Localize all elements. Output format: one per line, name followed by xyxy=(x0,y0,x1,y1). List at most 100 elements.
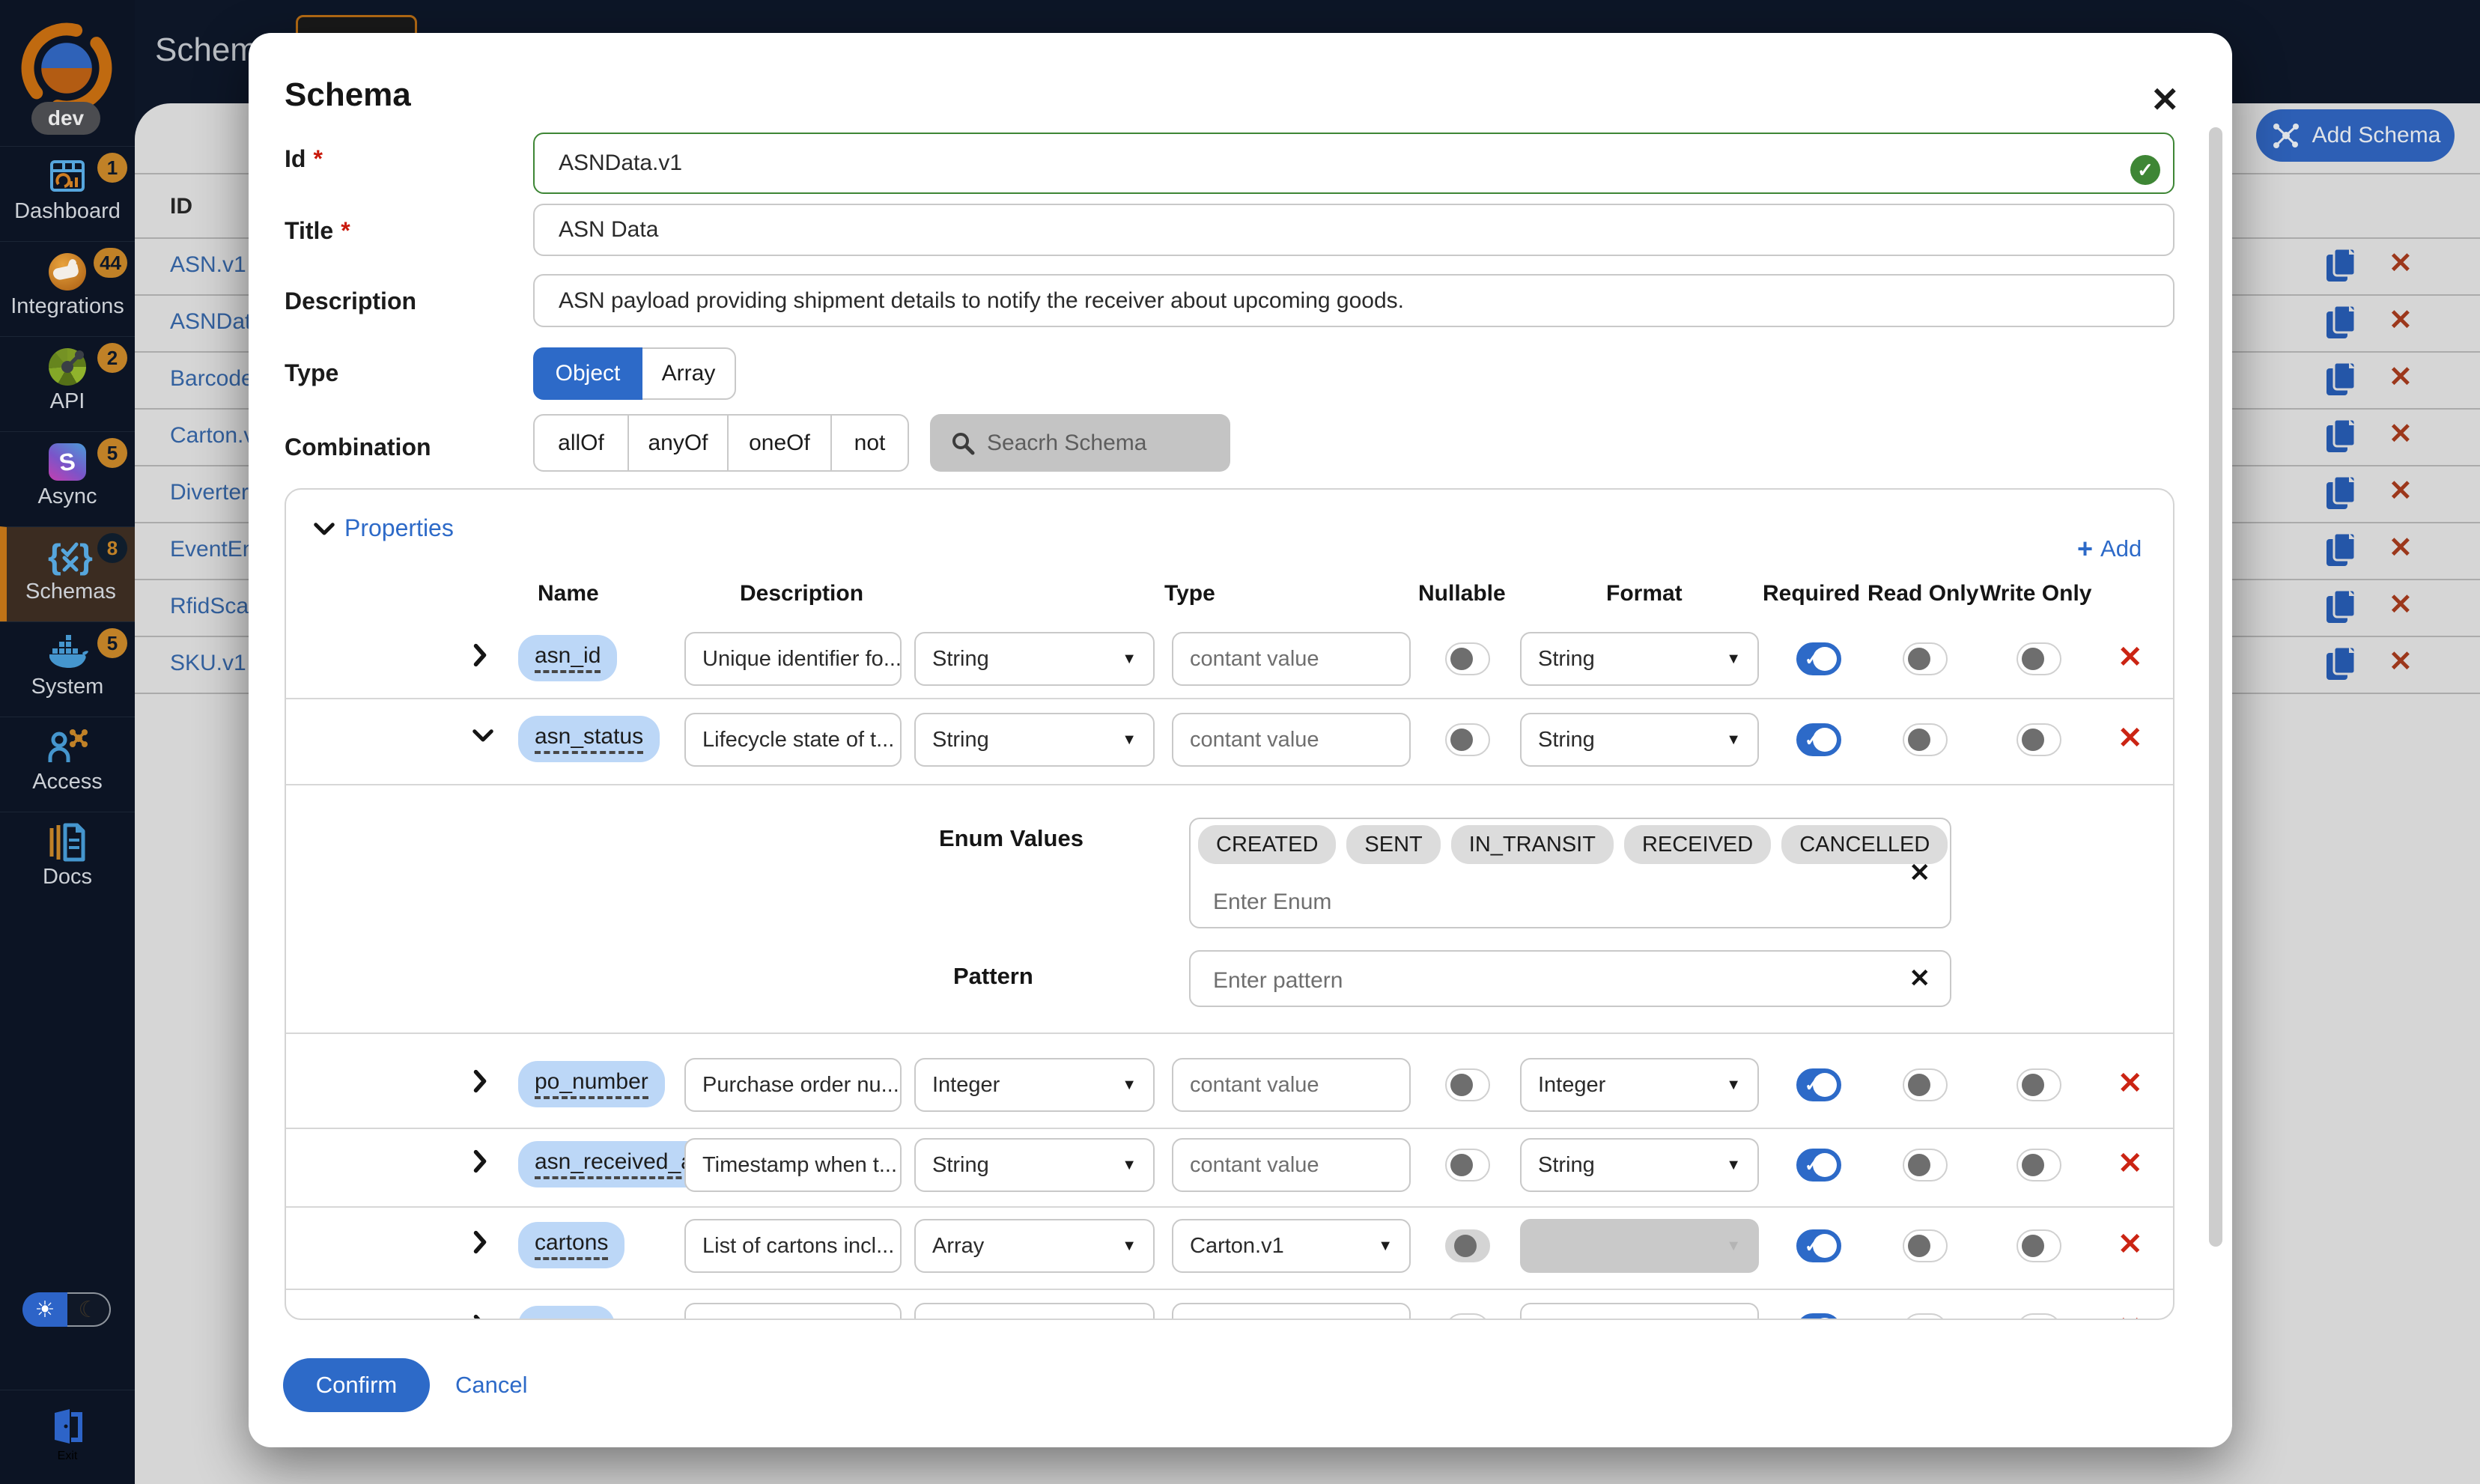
property-type-select[interactable]: Integer▼ xyxy=(914,1058,1155,1112)
readonly-toggle[interactable] xyxy=(1903,1149,1948,1182)
sidebar-item-access[interactable]: Access xyxy=(0,717,135,812)
delete-icon[interactable]: ✕ xyxy=(2389,591,2413,619)
property-description-input[interactable]: Origin of the... xyxy=(684,1303,902,1320)
copy-icon[interactable] xyxy=(2325,475,2359,517)
sidebar-item-docs[interactable]: Docs xyxy=(0,812,135,907)
sidebar-item-dashboard[interactable]: Dashboard 1 xyxy=(0,146,135,242)
delete-property-icon[interactable]: ✕ xyxy=(2118,1313,2143,1320)
property-name-chip[interactable]: cartons xyxy=(518,1222,624,1268)
property-description-input[interactable]: Timestamp when t... xyxy=(684,1138,902,1192)
enum-chip[interactable]: CREATED xyxy=(1198,825,1336,864)
constant-value-input[interactable]: contant value xyxy=(1172,632,1411,686)
readonly-toggle[interactable] xyxy=(1903,642,1948,675)
delete-property-icon[interactable]: ✕ xyxy=(2118,1229,2143,1259)
item-schema-select[interactable]: Carton.v1▼ xyxy=(1172,1219,1411,1273)
sidebar-item-schemas[interactable]: { } Schemas 8 xyxy=(0,526,135,622)
readonly-toggle[interactable] xyxy=(1903,1068,1948,1101)
id-field[interactable]: ASNData.v1 xyxy=(533,133,2174,194)
required-toggle[interactable]: ✓ xyxy=(1796,723,1841,756)
property-name-chip[interactable] xyxy=(518,1306,615,1320)
chevron-right-icon[interactable] xyxy=(472,1229,488,1259)
property-description-input[interactable]: Unique identifier fo... xyxy=(684,632,902,686)
chevron-right-icon[interactable] xyxy=(472,1149,488,1178)
enum-chip[interactable]: SENT xyxy=(1346,825,1440,864)
search-schema-input[interactable]: Seacrh Schema xyxy=(930,414,1230,472)
delete-icon[interactable]: ✕ xyxy=(2389,534,2413,562)
writeonly-toggle[interactable] xyxy=(2016,723,2061,756)
property-type-select[interactable]: String▼ xyxy=(914,632,1155,686)
enum-chip[interactable]: IN_TRANSIT xyxy=(1451,825,1614,864)
chevron-down-icon[interactable] xyxy=(472,728,494,748)
add-schema-button[interactable]: Add Schema xyxy=(2256,109,2455,162)
property-type-select[interactable]: String▼ xyxy=(914,1303,1155,1320)
property-description-input[interactable]: Purchase order nu... xyxy=(684,1058,902,1112)
sidebar-item-api[interactable]: API 2 xyxy=(0,336,135,432)
nullable-toggle[interactable] xyxy=(1445,1068,1490,1101)
delete-icon[interactable]: ✕ xyxy=(2389,249,2413,278)
nullable-toggle[interactable] xyxy=(1445,1313,1490,1320)
delete-property-icon[interactable]: ✕ xyxy=(2118,1068,2143,1098)
clear-enum-icon[interactable]: ✕ xyxy=(1909,860,1931,886)
property-name-chip[interactable]: asn_status xyxy=(518,716,660,762)
constant-value-input[interactable]: contant value xyxy=(1172,1058,1411,1112)
properties-section-toggle[interactable]: Properties xyxy=(344,514,454,542)
property-name-chip[interactable]: asn_id xyxy=(518,635,617,681)
combination-allof-button[interactable]: allOf xyxy=(533,414,629,472)
combination-not-button[interactable]: not xyxy=(830,414,909,472)
delete-icon[interactable]: ✕ xyxy=(2389,648,2413,676)
pattern-input[interactable]: Enter pattern ✕ xyxy=(1189,950,1951,1007)
add-property-button[interactable]: + Add xyxy=(2077,533,2142,565)
writeonly-toggle[interactable] xyxy=(2016,1313,2061,1320)
required-toggle[interactable]: ✓ xyxy=(1796,1313,1841,1320)
format-select[interactable]: String▼ xyxy=(1520,632,1759,686)
delete-icon[interactable]: ✕ xyxy=(2389,420,2413,448)
copy-icon[interactable] xyxy=(2325,247,2359,290)
close-icon[interactable]: ✕ xyxy=(2151,82,2180,117)
delete-property-icon[interactable]: ✕ xyxy=(2118,723,2143,753)
property-description-input[interactable]: List of cartons incl... xyxy=(684,1219,902,1273)
readonly-toggle[interactable] xyxy=(1903,1313,1948,1320)
nullable-toggle[interactable] xyxy=(1445,723,1490,756)
format-select[interactable]: Integer▼ xyxy=(1520,1058,1759,1112)
copy-icon[interactable] xyxy=(2325,589,2359,631)
required-toggle[interactable]: ✓ xyxy=(1796,1068,1841,1101)
enum-values-box[interactable]: CREATED SENT IN_TRANSIT RECEIVED CANCELL… xyxy=(1189,818,1951,928)
theme-toggle[interactable]: ☀ ☾ xyxy=(22,1292,112,1327)
combination-oneof-button[interactable]: oneOf xyxy=(727,414,832,472)
chevron-right-icon[interactable] xyxy=(472,1313,488,1320)
type-object-button[interactable]: Object xyxy=(533,347,642,400)
sidebar-item-exit[interactable]: Exit xyxy=(0,1390,135,1484)
chevron-right-icon[interactable] xyxy=(472,1068,488,1098)
property-name-chip[interactable]: po_number xyxy=(518,1061,665,1107)
required-toggle[interactable]: ✓ xyxy=(1796,1149,1841,1182)
constant-value-input[interactable]: contant value xyxy=(1172,1138,1411,1192)
format-select[interactable]: String▼ xyxy=(1520,713,1759,767)
modal-scrollbar[interactable] xyxy=(2209,127,2222,1247)
format-select[interactable]: String▼ xyxy=(1520,1138,1759,1192)
writeonly-toggle[interactable] xyxy=(2016,1229,2061,1262)
title-field[interactable]: ASN Data xyxy=(533,204,2174,256)
combination-anyof-button[interactable]: anyOf xyxy=(627,414,729,472)
sidebar-item-system[interactable]: System 5 xyxy=(0,621,135,717)
nullable-toggle[interactable] xyxy=(1445,642,1490,675)
property-description-input[interactable]: Lifecycle state of t... xyxy=(684,713,902,767)
format-select[interactable]: String▼ xyxy=(1520,1303,1759,1320)
required-toggle[interactable]: ✓ xyxy=(1796,642,1841,675)
writeonly-toggle[interactable] xyxy=(2016,1068,2061,1101)
property-type-select[interactable]: Array▼ xyxy=(914,1219,1155,1273)
delete-property-icon[interactable]: ✕ xyxy=(2118,642,2143,672)
chevron-right-icon[interactable] xyxy=(472,642,488,672)
enum-chip[interactable]: RECEIVED xyxy=(1624,825,1771,864)
chevron-down-icon[interactable] xyxy=(313,521,335,541)
delete-icon[interactable]: ✕ xyxy=(2389,477,2413,505)
property-type-select[interactable]: String▼ xyxy=(914,1138,1155,1192)
constant-value-input[interactable]: contant value xyxy=(1172,713,1411,767)
writeonly-toggle[interactable] xyxy=(2016,642,2061,675)
copy-icon[interactable] xyxy=(2325,418,2359,460)
copy-icon[interactable] xyxy=(2325,361,2359,404)
clear-pattern-icon[interactable]: ✕ xyxy=(1909,966,1931,991)
copy-icon[interactable] xyxy=(2325,645,2359,688)
type-array-button[interactable]: Array xyxy=(641,347,736,400)
delete-icon[interactable]: ✕ xyxy=(2389,363,2413,392)
sidebar-item-integrations[interactable]: Integrations 44 xyxy=(0,241,135,337)
